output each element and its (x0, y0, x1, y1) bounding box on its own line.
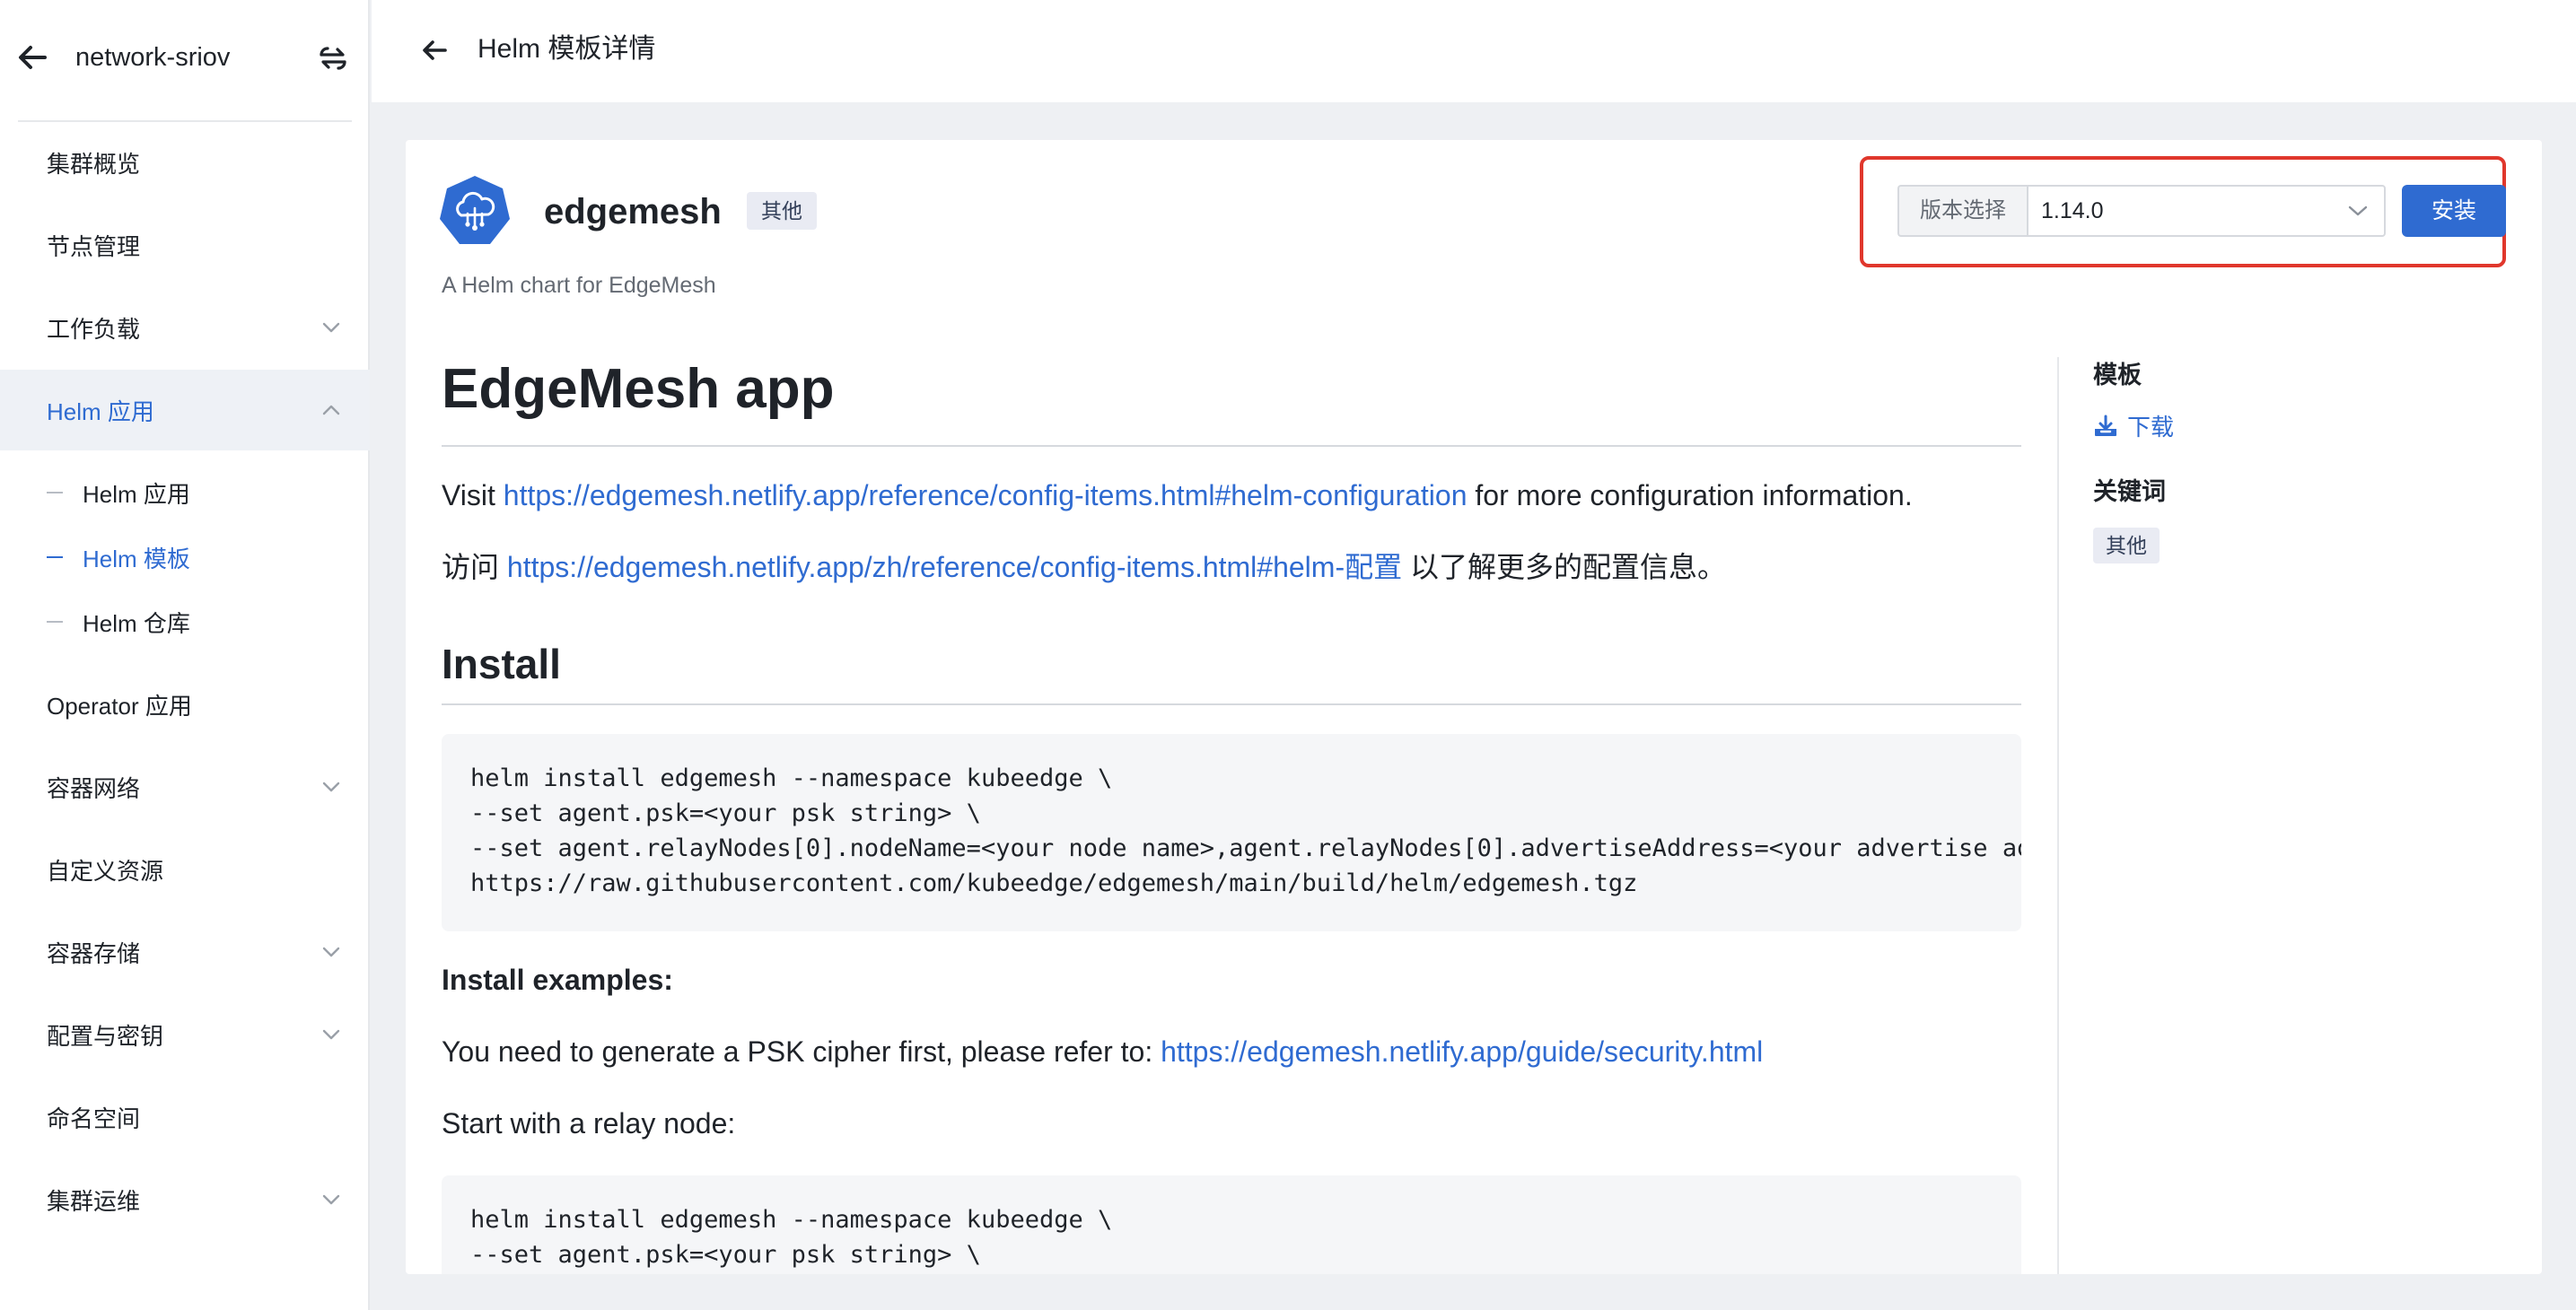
security-guide-link[interactable]: https://edgemesh.netlify.app/guide/secur… (1161, 1035, 1763, 1068)
sidebar-item-helm-apps[interactable]: Helm 应用 (0, 370, 370, 450)
sidebar-subitem-helm-repos[interactable]: Helm 仓库 (0, 590, 370, 653)
download-label: 下载 (2127, 414, 2175, 441)
chevron-down-icon (2348, 205, 2368, 216)
app-name: edgemesh (544, 192, 722, 231)
template-heading: 模板 (2093, 362, 2142, 389)
sidebar-subitem-helm-templates[interactable]: Helm 模板 (0, 526, 370, 589)
relay-code-block: helm install edgemesh --namespace kubeed… (442, 1175, 2021, 1274)
version-select-label: 版本选择 (1897, 185, 2027, 237)
text: 以了解更多的配置信息。 (1402, 551, 1727, 583)
sidebar-item-label: 集群运维 (47, 1187, 141, 1215)
sidebar-item-label: 容器网络 (47, 774, 141, 802)
sidebar-item-container-network[interactable]: 容器网络 (0, 747, 370, 827)
install-examples-heading: Install examples: (442, 964, 673, 996)
readme-paragraph: Start with a relay node: (442, 1107, 736, 1140)
config-docs-zh-link[interactable]: https://edgemesh.netlify.app/zh/referenc… (507, 551, 1402, 583)
sidebar-item-label: 集群概览 (47, 150, 141, 178)
divider (442, 703, 2021, 705)
keywords-heading: 关键词 (2093, 478, 2166, 505)
sidebar-item-workloads[interactable]: 工作负载 (0, 287, 370, 368)
aside-divider (2057, 357, 2059, 1274)
text: for more configuration information. (1467, 479, 1913, 511)
divider (442, 445, 2021, 447)
readme-paragraph: Visit https://edgemesh.netlify.app/refer… (442, 476, 1913, 515)
config-docs-link[interactable]: https://edgemesh.netlify.app/reference/c… (504, 479, 1468, 511)
sidebar-item-label: 节点管理 (47, 232, 141, 260)
arrow-left-icon[interactable] (14, 39, 50, 75)
chevron-down-icon (322, 1194, 340, 1205)
sidebar-item-label: 工作负载 (47, 315, 141, 343)
chevron-down-icon (322, 782, 340, 792)
chevron-down-icon (322, 322, 340, 333)
chevron-up-icon (322, 405, 340, 415)
text: 访问 (442, 551, 507, 583)
switch-cluster-icon[interactable] (316, 41, 350, 75)
sidebar-subitem-helm-apps[interactable]: Helm 应用 (0, 461, 370, 524)
text: Visit (442, 479, 504, 511)
dash-marker (47, 556, 63, 558)
chevron-down-icon (322, 1029, 340, 1040)
sidebar-item-label: 配置与密钥 (47, 1022, 164, 1050)
install-heading: Install (442, 641, 561, 687)
sidebar-subitem-label: Helm 模板 (83, 545, 190, 572)
sidebar-subitem-label: Helm 仓库 (83, 609, 190, 637)
sidebar-item-container-storage[interactable]: 容器存储 (0, 912, 370, 992)
edgemesh-logo-icon (440, 176, 510, 244)
sidebar-subitem-label: Helm 应用 (83, 480, 190, 508)
arrow-left-icon[interactable] (418, 34, 451, 66)
sidebar: network-sriov 集群概览 节点管理 工作负载 Helm 应用 Hel… (0, 0, 370, 1310)
page-header: Helm 模板详情 (372, 0, 2576, 102)
sidebar-item-custom-resources[interactable]: 自定义资源 (0, 829, 370, 910)
readme-title: EdgeMesh app (442, 358, 835, 420)
readme-paragraph: You need to generate a PSK cipher first,… (442, 1032, 1763, 1071)
sidebar-item-label: 自定义资源 (47, 857, 164, 885)
app-description: A Helm chart for EdgeMesh (442, 273, 716, 298)
dash-marker (47, 492, 63, 493)
cluster-name: network-sriov (75, 43, 231, 72)
category-tag: 其他 (747, 192, 817, 230)
download-icon (2095, 415, 2116, 436)
download-link[interactable]: 下载 (2093, 409, 2174, 442)
sidebar-item-node-management[interactable]: 节点管理 (0, 205, 370, 285)
sidebar-item-cluster-ops[interactable]: 集群运维 (0, 1159, 370, 1240)
install-code-block: helm install edgemesh --namespace kubeed… (442, 734, 2021, 931)
dash-marker (47, 621, 63, 623)
version-select-value: 1.14.0 (2041, 198, 2104, 223)
sidebar-item-label: 命名空间 (47, 1105, 141, 1132)
sidebar-item-cluster-overview[interactable]: 集群概览 (0, 122, 370, 203)
sidebar-item-label: Operator 应用 (47, 692, 192, 720)
template-detail-card: edgemesh 其他 A Helm chart for EdgeMesh 版本… (406, 140, 2542, 1274)
sidebar-item-operator-apps[interactable]: Operator 应用 (0, 664, 370, 745)
readme-paragraph: 访问 https://edgemesh.netlify.app/zh/refer… (442, 547, 1726, 587)
sidebar-item-config-secrets[interactable]: 配置与密钥 (0, 994, 370, 1075)
sidebar-item-label: Helm 应用 (47, 397, 154, 425)
sidebar-item-namespaces[interactable]: 命名空间 (0, 1077, 370, 1157)
sidebar-item-label: 容器存储 (47, 939, 141, 967)
sidebar-header: network-sriov (0, 0, 370, 115)
page-title: Helm 模板详情 (478, 34, 656, 64)
text: You need to generate a PSK cipher first,… (442, 1035, 1161, 1068)
install-button[interactable]: 安装 (2402, 185, 2506, 237)
chevron-down-icon (322, 947, 340, 957)
keyword-tag: 其他 (2093, 528, 2160, 563)
version-select[interactable]: 1.14.0 (2027, 185, 2386, 237)
